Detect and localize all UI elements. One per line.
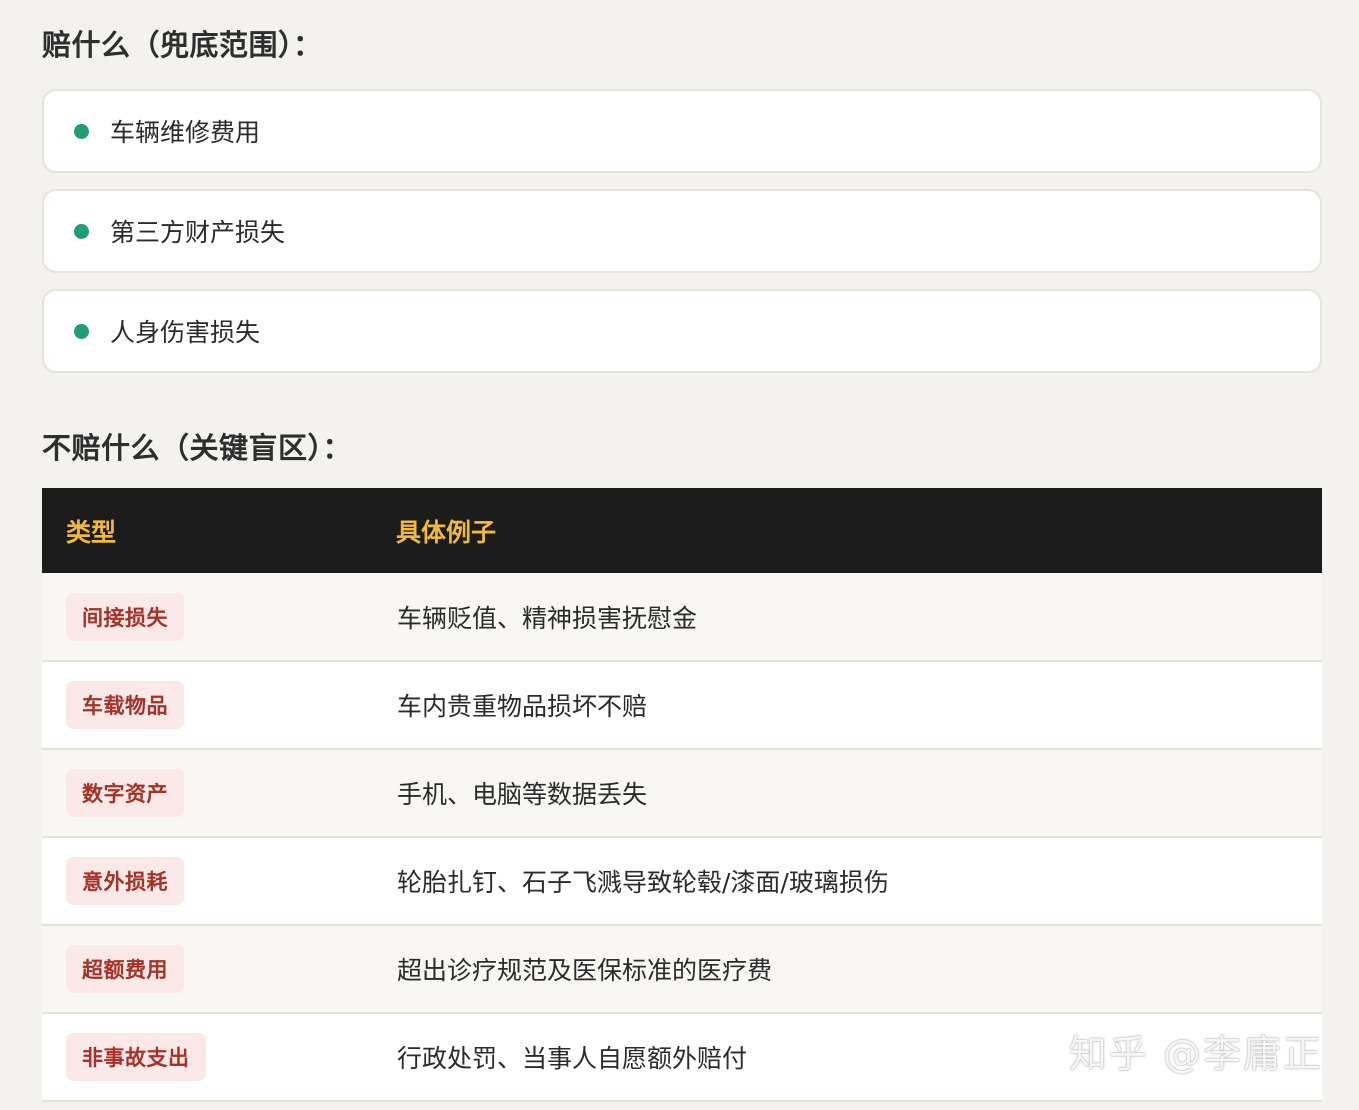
covered-item-text: 人身伤害损失 xyxy=(110,318,261,347)
table-row: 意外损耗 轮胎扎钉、石子飞溅导致轮毂/漆面/玻璃损伤 xyxy=(42,837,1322,925)
type-badge: 超额费用 xyxy=(66,945,184,993)
table-row: 数字资产 手机、电脑等数据丢失 xyxy=(42,749,1322,837)
type-badge: 间接损失 xyxy=(66,592,184,641)
bullet-dot-icon xyxy=(74,123,89,139)
table-row: 车载物品 车内贵重物品损坏不赔 xyxy=(42,661,1322,749)
table-row: 间接损失 车辆贬值、精神损害抚慰金 xyxy=(42,573,1322,661)
table-row: 超额费用 超出诊疗规范及医保标准的医疗费 xyxy=(42,925,1322,1013)
covered-item: 人身伤害损失 xyxy=(42,289,1322,373)
header-example: 具体例子 xyxy=(396,517,497,547)
exclusions-table: 类型 具体例子 间接损失 车辆贬值、精神损害抚慰金 车载物品 车内贵重物品损坏不… xyxy=(42,488,1322,1102)
type-badge: 数字资产 xyxy=(66,769,184,817)
covered-list: 车辆维修费用 第三方财产损失 人身伤害损失 xyxy=(42,89,1322,389)
example-cell: 轮胎扎钉、石子飞溅导致轮毂/漆面/玻璃损伤 xyxy=(397,868,889,897)
covered-item: 车辆维修费用 xyxy=(42,89,1322,173)
excluded-section-title: 不赔什么（关键盲区）： xyxy=(42,431,353,465)
bullet-dot-icon xyxy=(74,323,89,339)
type-badge: 意外损耗 xyxy=(66,857,184,905)
bullet-dot-icon xyxy=(74,223,89,239)
example-cell: 超出诊疗规范及医保标准的医疗费 xyxy=(397,956,773,985)
header-type: 类型 xyxy=(66,517,117,547)
covered-section-title: 赔什么（兜底范围）： xyxy=(42,28,323,62)
covered-item-text: 第三方财产损失 xyxy=(110,218,286,247)
type-badge: 非事故支出 xyxy=(66,1033,206,1081)
example-cell: 手机、电脑等数据丢失 xyxy=(397,780,648,809)
type-badge: 车载物品 xyxy=(66,681,184,729)
example-cell: 车辆贬值、精神损害抚慰金 xyxy=(397,603,698,633)
watermark: 知乎 @李庸正 xyxy=(1068,1032,1323,1076)
covered-item: 第三方财产损失 xyxy=(42,189,1322,273)
covered-item-text: 车辆维修费用 xyxy=(110,118,261,147)
table-header-row: 类型 具体例子 xyxy=(42,488,1322,573)
example-cell: 车内贵重物品损坏不赔 xyxy=(397,692,648,721)
